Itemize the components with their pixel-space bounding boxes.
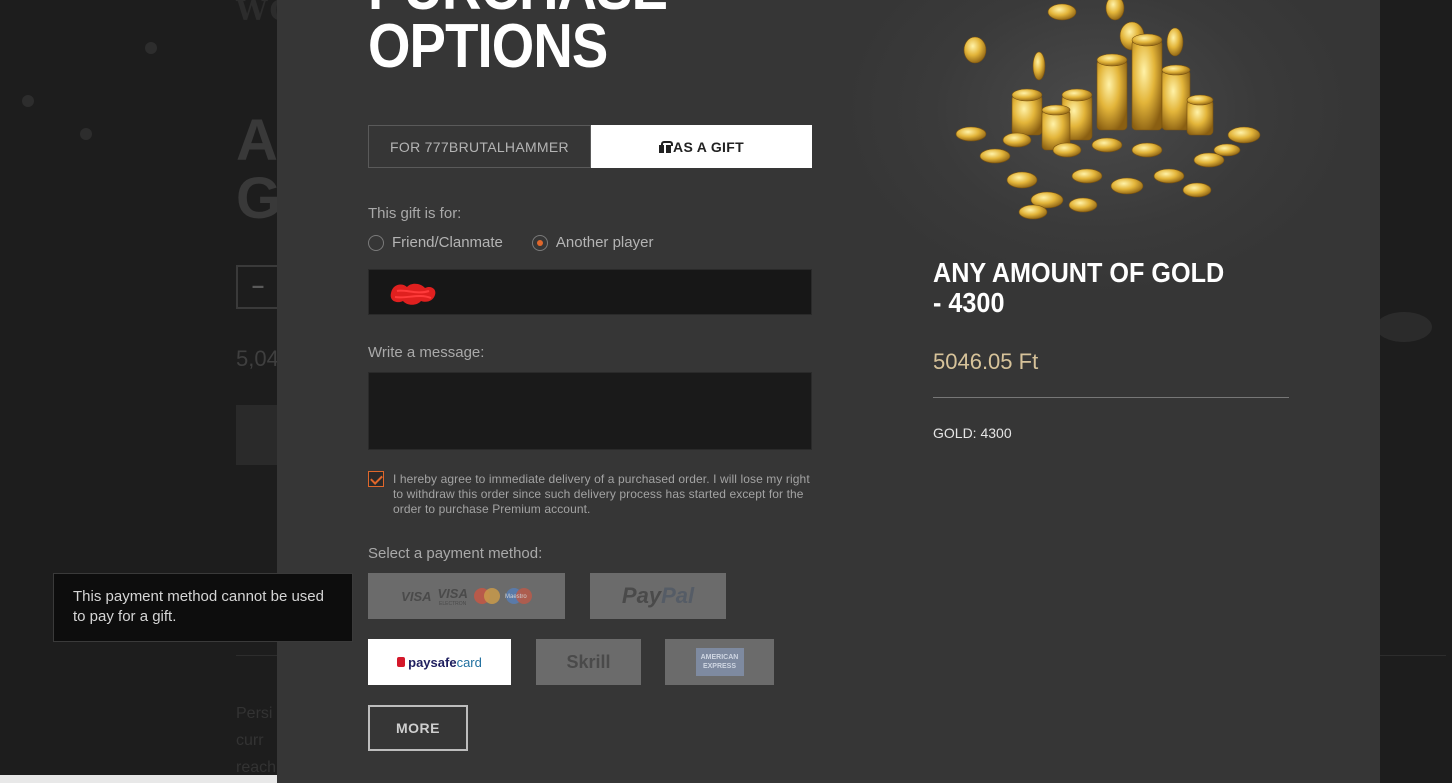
visa-electron-logo: VISA ELECTRON (438, 586, 468, 607)
background-price: 5,04 (236, 346, 279, 371)
payment-method-label: Select a payment method: (368, 545, 543, 562)
radio-button-selected[interactable] (531, 234, 548, 251)
radio-button[interactable] (368, 234, 384, 251)
visa-electron-label: VISA (437, 585, 468, 601)
paysafecard-card-text: card (456, 654, 482, 670)
tab-for-self[interactable]: FOR 777BRUTALHAMMER (368, 125, 591, 168)
radio-friend-clanmate[interactable]: Friend/Clanmate (368, 234, 503, 251)
tab-for-self-label: FOR 777BRUTALHAMMER (390, 138, 569, 155)
mastercard-icon (473, 588, 500, 604)
paysafecard-safe-text: safe (430, 654, 457, 670)
payment-paypal-button[interactable]: PayPal (590, 573, 726, 619)
maestro-label: Maestro (505, 594, 527, 600)
modal-title-line2: OPTIONS (368, 12, 608, 81)
payment-paysafecard-button[interactable]: paysafecard (368, 639, 511, 685)
product-divider (933, 397, 1289, 398)
sparkle (22, 95, 34, 107)
visa-logo: VISA (401, 588, 432, 604)
payment-cards-button[interactable]: VISA VISA ELECTRON Maestro (368, 573, 565, 619)
purchase-options-modal: PURCHASE OPTIONS FOR 777BRUTALHAMMER AS … (277, 0, 1380, 783)
paysafecard-pay-text: pay (408, 654, 431, 670)
modal-title: PURCHASE OPTIONS (368, 0, 668, 81)
tab-as-gift[interactable]: AS A GIFT (591, 125, 812, 168)
payment-method-tooltip: This payment method cannot be used to pa… (53, 573, 353, 642)
agree-checkbox[interactable] (368, 471, 384, 487)
gift-for-label: This gift is for: (368, 205, 462, 222)
sparkle (145, 42, 157, 54)
recipient-name-input[interactable] (368, 269, 812, 315)
paypal-pay-text: Pay (621, 583, 662, 608)
paypal-pal-text: Pal (661, 583, 695, 608)
redacted-scribble (390, 283, 436, 305)
message-label: Write a message: (368, 344, 485, 361)
paysafecard-logo: paysafecard (397, 655, 482, 670)
gift-icon (659, 140, 674, 153)
paypal-logo: PayPal (622, 583, 694, 609)
payment-skrill-button[interactable]: Skrill (536, 639, 641, 685)
recipient-radio-group: Friend/Clanmate Another player (368, 234, 653, 251)
tab-as-gift-label: AS A GIFT (673, 138, 744, 155)
background-shape (1376, 312, 1432, 342)
radio-another-player-label: Another player (555, 234, 654, 251)
skrill-logo: Skrill (566, 651, 611, 672)
sparkle (80, 128, 92, 140)
message-textarea[interactable] (368, 372, 812, 450)
purchase-type-tabs: FOR 777BRUTALHAMMER AS A GIFT (368, 125, 812, 168)
gold-coins-image (955, 0, 1261, 220)
product-price: 5046.05 Ft (933, 349, 1039, 374)
background-text: Persi curr reach (236, 705, 277, 776)
visa-electron-sub: ELECTRON (439, 600, 467, 607)
product-title: ANY AMOUNT OF GOLD - 4300 (933, 257, 1225, 318)
more-payment-methods-button[interactable]: MORE (368, 705, 468, 751)
background-quantity-minus: – (236, 265, 280, 309)
radio-friend-clanmate-label: Friend/Clanmate (392, 234, 503, 251)
lock-icon (397, 657, 406, 667)
radio-another-player[interactable]: Another player (531, 234, 654, 251)
payment-amex-button[interactable]: AMERICAN EXPRESS (665, 639, 774, 685)
amex-line2: EXPRESS (702, 663, 737, 670)
product-detail: GOLD: 4300 (933, 425, 1012, 441)
agree-text: I hereby agree to immediate delivery of … (393, 472, 810, 516)
amex-line1: AMERICAN (700, 654, 739, 661)
amex-logo: AMERICAN EXPRESS (695, 648, 744, 676)
